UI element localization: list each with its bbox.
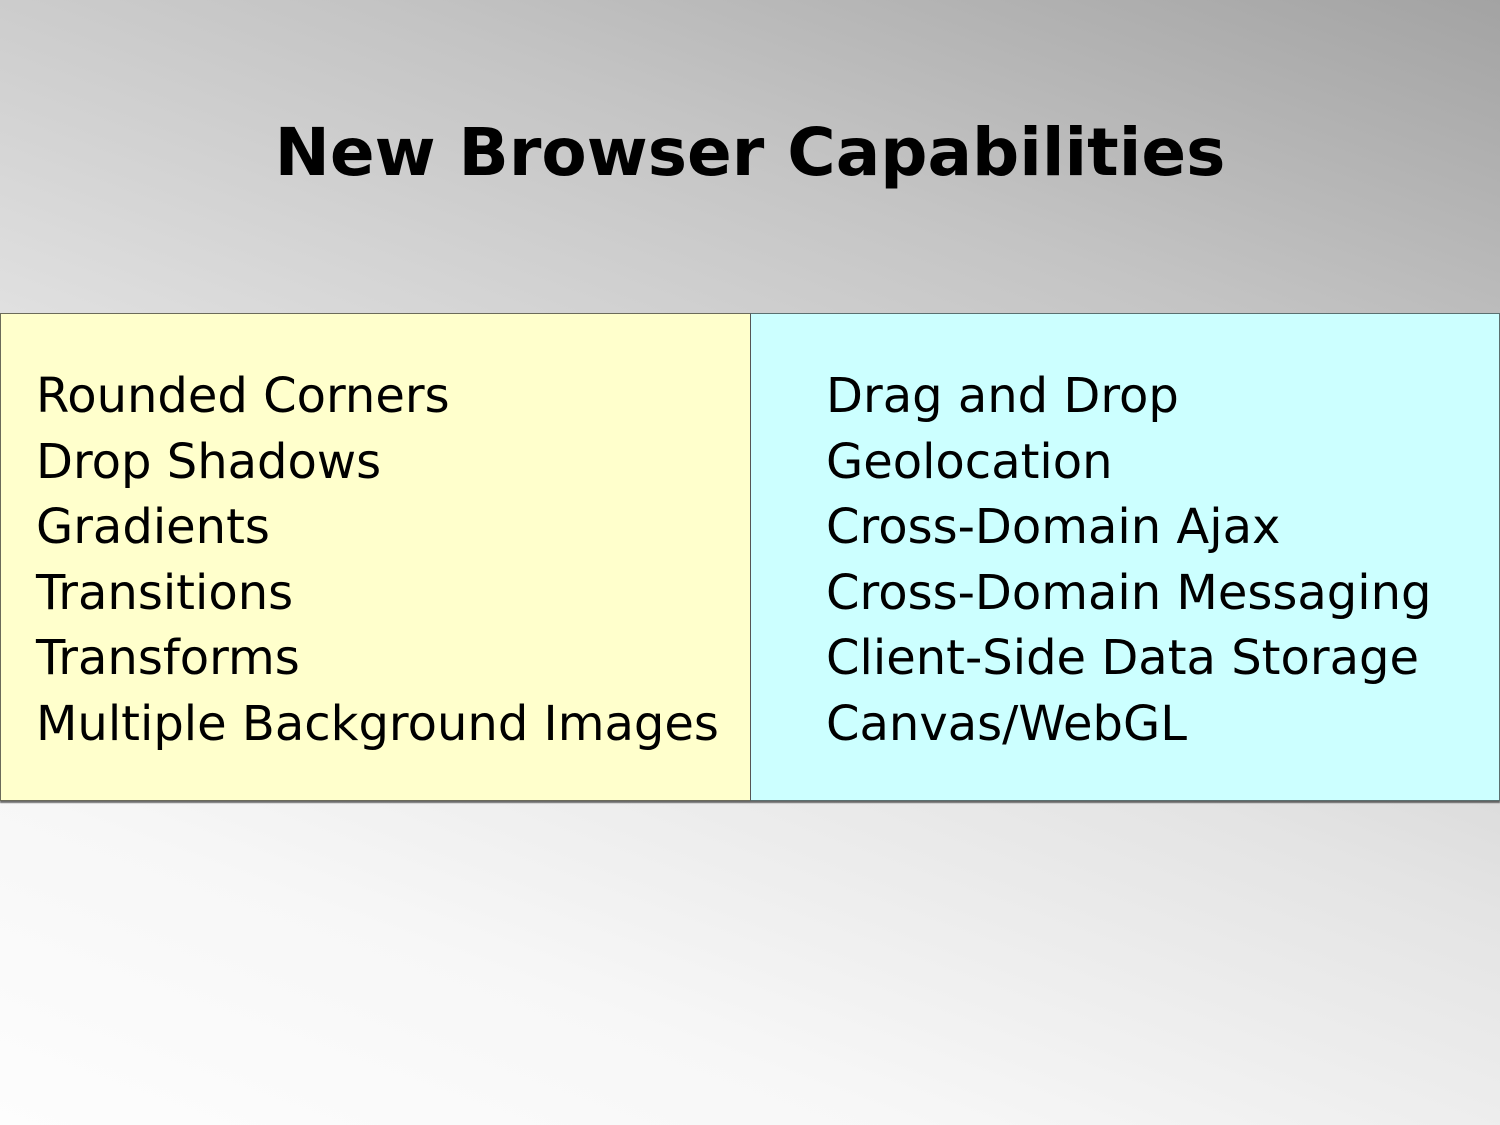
- list-item: Cross-Domain Messaging: [826, 564, 1432, 621]
- list-item: Rounded Corners: [36, 368, 450, 424]
- css-capabilities-list: Rounded Corners Drop Shadows Gradients T…: [36, 364, 719, 758]
- list-item: Transitions: [36, 564, 294, 621]
- list-item: Cross-Domain Ajax: [826, 499, 1281, 556]
- api-capabilities-list: Drag and Drop Geolocation Cross-Domain A…: [826, 364, 1431, 758]
- list-item: Drag and Drop: [826, 368, 1179, 424]
- slide-title: New Browser Capabilities: [274, 114, 1226, 191]
- right-column-box: Drag and Drop Geolocation Cross-Domain A…: [750, 313, 1500, 801]
- list-item: Canvas/WebGL: [826, 695, 1187, 752]
- list-item: Transforms: [36, 630, 300, 687]
- capabilities-columns: Rounded Corners Drop Shadows Gradients T…: [0, 313, 1500, 801]
- left-column-box: Rounded Corners Drop Shadows Gradients T…: [0, 313, 751, 801]
- list-item: Multiple Background Images: [36, 695, 719, 752]
- list-item: Geolocation: [826, 433, 1113, 490]
- list-item: Drop Shadows: [36, 433, 382, 490]
- list-item: Client-Side Data Storage: [826, 630, 1420, 687]
- list-item: Gradients: [36, 499, 270, 556]
